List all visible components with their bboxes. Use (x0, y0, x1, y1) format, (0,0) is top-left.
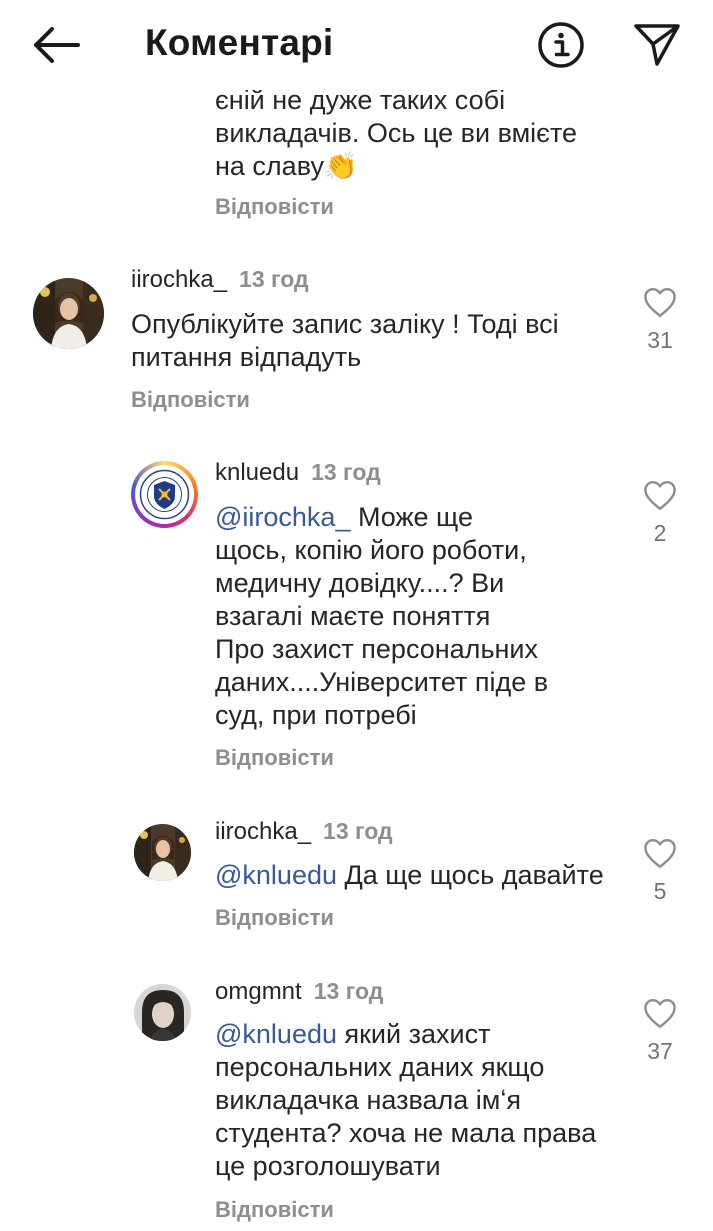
comment-line: питання відпадуть (131, 342, 362, 372)
timestamp: 13 год (323, 818, 393, 844)
comment-text: Опублікуйте запис заліку ! Тоді всі пита… (131, 308, 621, 374)
comments-feed[interactable]: єній не дуже таких собі викладачів. Ось … (0, 0, 713, 1231)
comment-line: медичну довідку....? Ви (215, 568, 505, 598)
comment-text: @knluedu який захист персональних даних … (215, 1018, 635, 1183)
comment-header: omgmnt 13 год (215, 978, 383, 1006)
avatar[interactable] (134, 984, 191, 1041)
mention-link[interactable]: @knluedu (215, 860, 337, 890)
page-title: Коментарі (145, 22, 334, 63)
clapping-hands-emoji: 👏 (323, 151, 358, 181)
partial-comment-line-1: викладачів. Ось це ви вмієте (215, 118, 578, 148)
reply-button[interactable]: Відповісти (215, 905, 334, 931)
heart-icon[interactable] (642, 837, 678, 869)
comment-text: @iirochka_ Може ще щось, копію його робо… (215, 501, 635, 732)
heart-icon[interactable] (642, 286, 678, 318)
username-link[interactable]: omgmnt (215, 978, 302, 1005)
avatar-photo (33, 278, 104, 349)
info-icon[interactable] (536, 20, 586, 70)
comment-line: суд, при потребі (215, 700, 417, 730)
partial-comment-line-2: на славу👏 (215, 151, 358, 181)
comment-line: викладачка назвала імʻя (215, 1085, 521, 1115)
send-icon[interactable] (632, 20, 682, 68)
partial-comment-text: єній не дуже таких собі викладачів. Ось … (215, 84, 635, 183)
mention-link[interactable]: @knluedu (215, 1019, 337, 1049)
username-link[interactable]: iirochka_ (131, 266, 227, 293)
like-count: 37 (647, 1038, 673, 1064)
timestamp: 13 год (311, 459, 381, 485)
comment-line: студента? хоча не мала права (215, 1118, 597, 1148)
comment-line: взагалі маєте поняття (215, 601, 491, 631)
comment-line: @iirochka_ Може ще (215, 502, 473, 532)
mention-link[interactable]: @iirochka_ (215, 502, 350, 532)
like-count: 2 (653, 520, 667, 546)
university-logo (139, 469, 190, 520)
avatar[interactable] (134, 824, 191, 881)
avatar-photo (134, 984, 191, 1041)
comment-header: iirochka_ 13 год (215, 818, 393, 846)
reply-button[interactable]: Відповісти (215, 745, 334, 771)
heart-icon[interactable] (642, 479, 678, 511)
arrow-left-icon[interactable] (30, 22, 82, 68)
comment-line: даних....Університет піде в (215, 667, 549, 697)
comment-line: @knluedu Да ще щось давайте (215, 860, 604, 890)
like-count: 5 (653, 878, 667, 904)
header-bar: Коментарі (0, 0, 713, 90)
timestamp: 13 год (239, 266, 309, 292)
comment-line: це розголошувати (215, 1151, 441, 1181)
like-count: 31 (647, 327, 673, 353)
comment-header: knluedu 13 год (215, 459, 381, 487)
username-link[interactable]: iirochka_ (215, 818, 311, 845)
username-link[interactable]: knluedu (215, 459, 299, 486)
reply-button[interactable]: Відповісти (215, 1197, 334, 1223)
timestamp: 13 год (313, 978, 384, 1004)
avatar-photo (134, 824, 191, 881)
reply-button[interactable]: Відповісти (215, 194, 334, 220)
comment-line: щось, копію його роботи, (215, 535, 527, 565)
comment-line: Про захист персональних (215, 634, 538, 664)
comment-line: @knluedu який захист (215, 1019, 491, 1049)
avatar (139, 469, 190, 520)
comment-text: @knluedu Да ще щось давайте (215, 859, 635, 892)
comment-line: персональних даних якщо (215, 1052, 545, 1082)
comment-header: iirochka_ 13 год (131, 266, 309, 294)
heart-icon[interactable] (642, 997, 678, 1029)
comment-line: Опублікуйте запис заліку ! Тоді всі (131, 309, 559, 339)
reply-button[interactable]: Відповісти (131, 387, 250, 413)
avatar[interactable] (33, 278, 104, 349)
